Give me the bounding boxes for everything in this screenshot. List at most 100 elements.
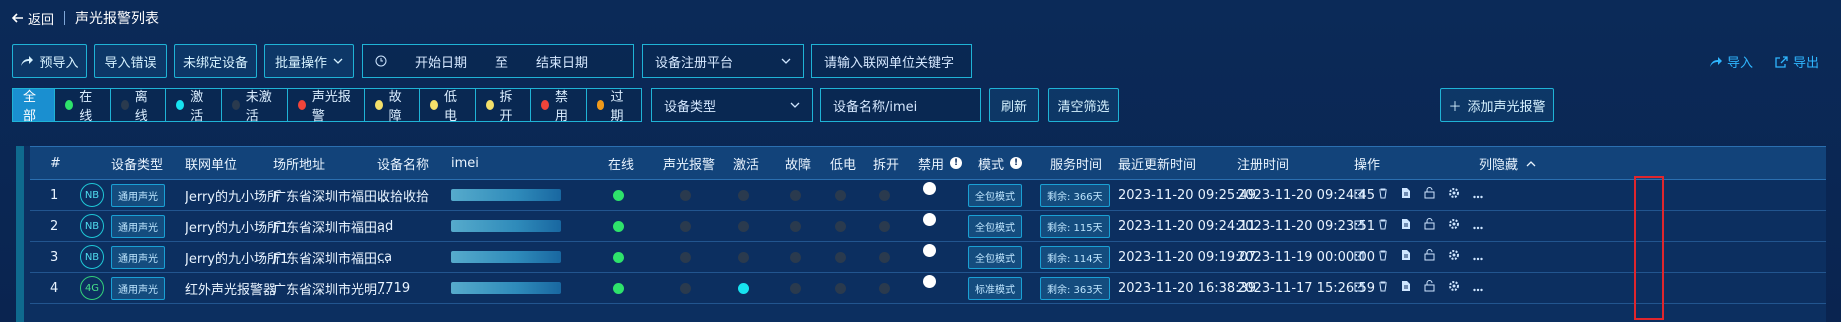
trash-icon[interactable] (1378, 250, 1388, 265)
status-dot-icon (297, 100, 306, 110)
status-dot-icon (176, 100, 185, 110)
platform-select[interactable]: 设备注册平台 (642, 44, 804, 78)
table-row[interactable]: 2 NB 通用声光 Jerry的九小场所1 广东省深圳市福田... ad 全包模式 剩余: 1… (30, 211, 1826, 242)
import-error-button[interactable]: 导入错误 (94, 44, 167, 78)
trash-icon[interactable] (1378, 281, 1388, 296)
column-header-label: 场所地址 (273, 157, 326, 173)
status-dot-icon (596, 100, 605, 110)
active-dot (738, 220, 749, 232)
lock-icon[interactable] (1424, 249, 1435, 265)
status-filter-item[interactable]: 低电 (420, 89, 476, 124)
status-filter-item[interactable]: 未激活 (221, 89, 288, 124)
online-dot-cell (613, 273, 624, 303)
chevron-down-icon (781, 58, 791, 64)
info-icon[interactable]: ! (1010, 157, 1023, 169)
column-header: 声光报警 (663, 147, 715, 179)
network-badge-cell: NB (80, 242, 104, 272)
disable-toggle[interactable] (923, 275, 936, 288)
lock-icon[interactable] (1424, 218, 1435, 234)
status-dot-icon (231, 100, 240, 110)
column-header: 最近更新时间 (1118, 147, 1196, 179)
edit-icon[interactable] (1354, 250, 1365, 265)
refresh-button[interactable]: 刷新 (989, 88, 1039, 122)
status-filter-item[interactable]: 过期 (586, 89, 642, 124)
table-row[interactable]: 3 NB 通用声光 Jerry的九小场所1 广东省深圳市福田... ca 全包模式 剩余: 1… (30, 242, 1826, 273)
status-filter-item[interactable]: 离线 (110, 89, 167, 124)
more-icon[interactable] (1473, 188, 1483, 203)
disable-toggle[interactable] (923, 244, 936, 257)
refresh-label: 刷新 (1000, 99, 1027, 115)
import-link[interactable]: 导入 (1709, 52, 1753, 71)
more-icon[interactable] (1473, 250, 1483, 265)
more-icon[interactable] (1473, 281, 1483, 296)
edit-icon[interactable] (1354, 188, 1365, 203)
status-filter-item[interactable]: 激活 (166, 89, 222, 124)
clear-filter-button[interactable]: 清空筛选 (1048, 88, 1119, 122)
row-index-text: 3 (50, 249, 59, 265)
table-header: # 设备类型 联网单位 场所地址 设备名称 imei 在线 声光报警 激活 故障 低电 拆开 禁用! 模式… (30, 146, 1826, 180)
status-filter-item[interactable]: 禁用 (531, 89, 587, 124)
status-filter-item[interactable]: 故障 (364, 89, 421, 124)
info-icon[interactable]: ! (950, 157, 963, 169)
fault-dot (790, 251, 801, 263)
updated-time: 2023-11-20 09:19:07 (1118, 242, 1256, 272)
alarm-dot-cell (680, 180, 691, 210)
gear-icon[interactable] (1448, 280, 1460, 296)
document-icon[interactable] (1401, 187, 1411, 203)
add-alarm-button[interactable]: ＋ 添加声光报警 (1440, 88, 1554, 122)
device-type-tag: 通用声光 (111, 214, 165, 238)
preimport-button[interactable]: 预导入 (12, 44, 87, 78)
active-dot (738, 251, 749, 263)
tamper-dot (879, 251, 890, 263)
status-filter-item[interactable]: 拆开 (475, 89, 532, 124)
disable-cell (923, 211, 936, 241)
trash-icon[interactable] (1378, 188, 1388, 203)
disable-toggle[interactable] (923, 213, 936, 226)
gear-icon[interactable] (1448, 218, 1460, 234)
column-header[interactable]: 列隐藏 (1479, 147, 1536, 179)
export-icon (1775, 55, 1788, 68)
document-icon[interactable] (1401, 249, 1411, 265)
alarm-dot-cell (680, 242, 691, 272)
disable-cell (923, 242, 936, 272)
column-header: 场所地址 (273, 147, 325, 179)
network-badge-cell: 4G (80, 273, 104, 303)
status-filter-item[interactable]: 全部 (13, 89, 56, 124)
top-links: 导入 导出 (1709, 52, 1819, 71)
unit-name-text: 红外声光报警器 (185, 282, 277, 298)
more-icon[interactable] (1473, 219, 1483, 234)
device-type-select[interactable]: 设备类型 (651, 88, 813, 122)
device-name-input[interactable]: 设备名称/imei (820, 88, 981, 122)
unit-name: 红外声光报警器 (185, 273, 276, 303)
document-icon[interactable] (1401, 280, 1411, 296)
edit-icon[interactable] (1354, 219, 1365, 234)
document-icon[interactable] (1401, 218, 1411, 234)
table-row[interactable]: 4 4G 通用声光 红外声光报警器 广东省深圳市光明... 7719 标准模式 剩余: 363… (30, 273, 1826, 304)
device-type-tag: 通用声光 (111, 276, 165, 300)
batch-operation-button[interactable]: 批量操作 (264, 44, 354, 78)
unit-search-input[interactable]: 请输入联网单位关键字 (811, 44, 972, 78)
edit-icon[interactable] (1354, 281, 1365, 296)
export-label: 导出 (1792, 56, 1819, 71)
fault-dot (790, 220, 801, 232)
status-filter-item[interactable]: 声光报警 (287, 89, 365, 124)
table-row[interactable]: 1 NB 通用声光 Jerry的九小场所 广东省深圳市福田... 收拾收拾 全包模式 剩余: … (30, 180, 1826, 211)
date-end[interactable]: 结束日期 (536, 52, 588, 71)
gear-icon[interactable] (1448, 187, 1460, 203)
online-dot-cell (613, 242, 624, 272)
unbound-devices-button[interactable]: 未绑定设备 (174, 44, 257, 78)
top-bar: 返回 声光报警列表 (0, 0, 1841, 36)
export-link[interactable]: 导出 (1775, 52, 1819, 71)
disable-toggle[interactable] (923, 182, 936, 195)
date-range-picker[interactable]: 开始日期 至 结束日期 (362, 44, 634, 78)
lock-icon[interactable] (1424, 187, 1435, 203)
device-type-value: 设备类型 (664, 99, 717, 115)
device-name: 收拾收拾 (377, 180, 429, 210)
gear-icon[interactable] (1448, 249, 1460, 265)
trash-icon[interactable] (1378, 219, 1388, 234)
lock-icon[interactable] (1424, 280, 1435, 296)
back-button[interactable]: 返回 (12, 9, 54, 28)
date-start[interactable]: 开始日期 (415, 52, 467, 71)
status-filter-item[interactable]: 在线 (55, 89, 111, 124)
mode-tag: 全包模式 (968, 245, 1022, 269)
